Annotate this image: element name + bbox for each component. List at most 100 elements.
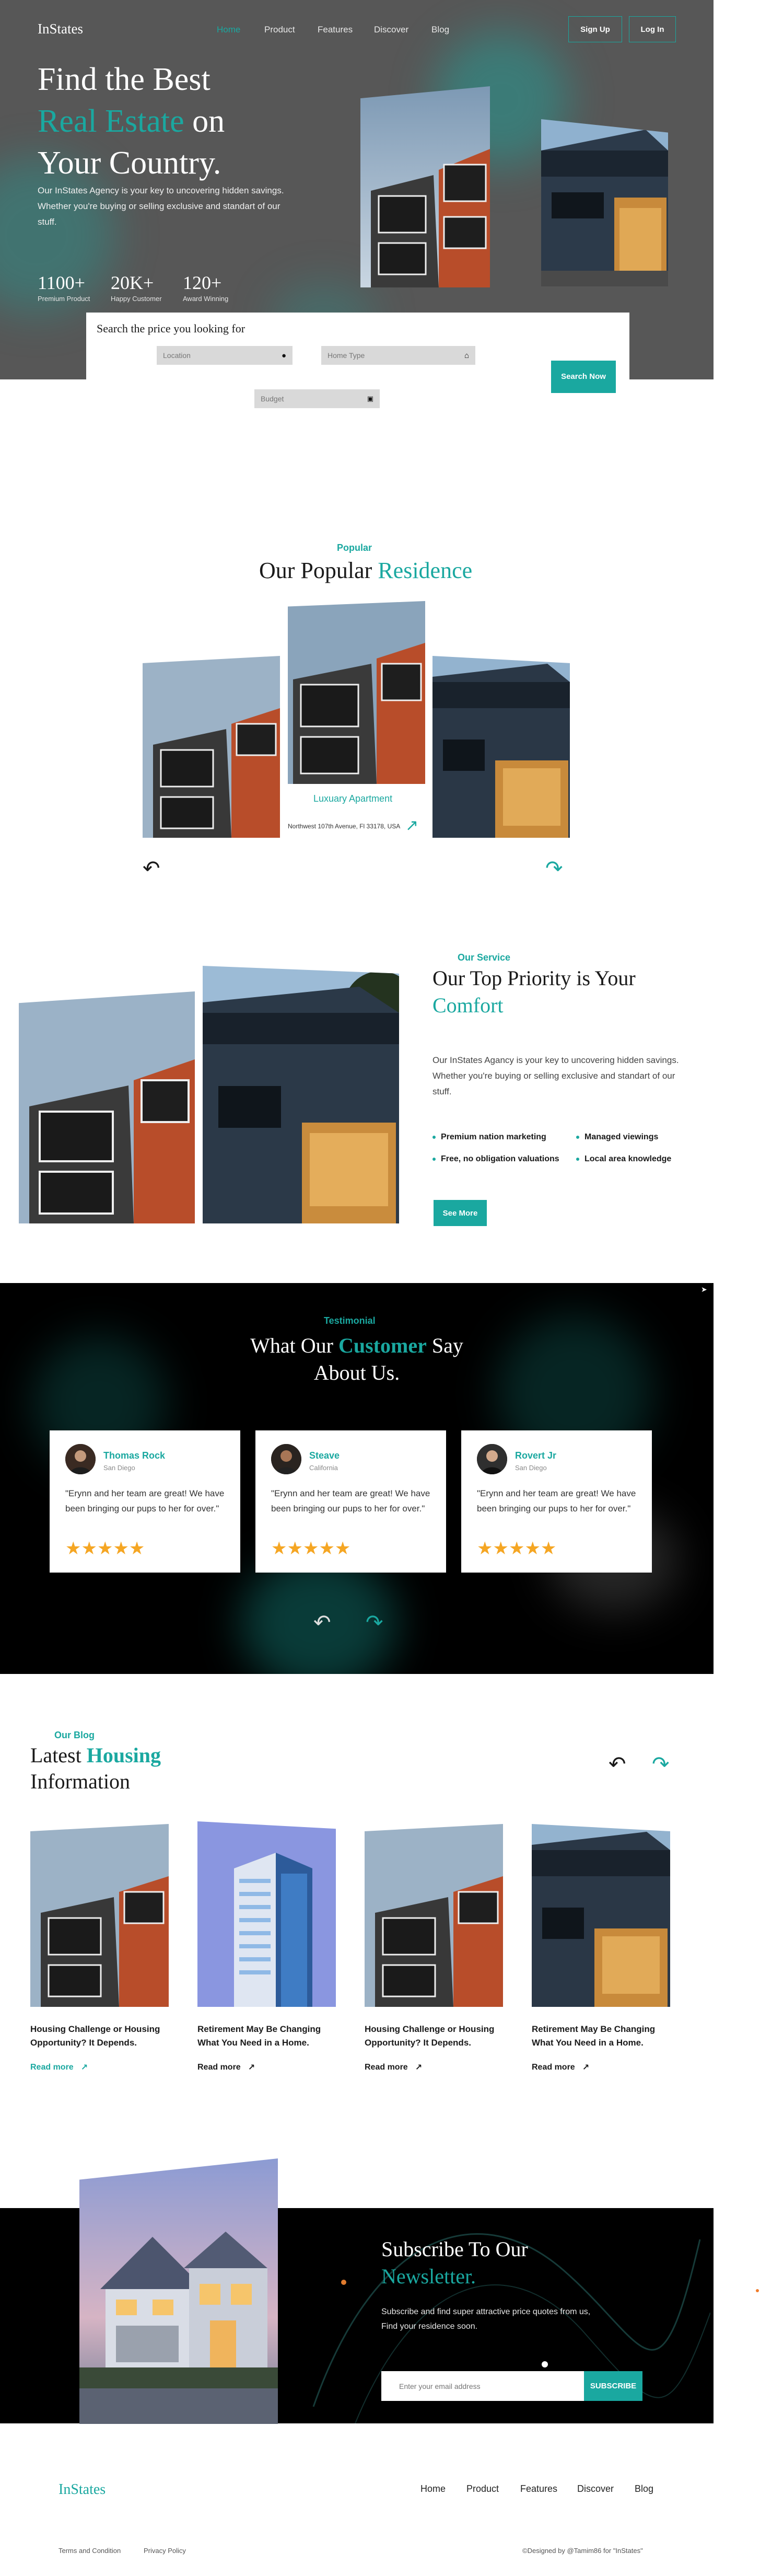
popular-title-text: Our Popular (259, 558, 372, 583)
footer-discover-link[interactable]: Discover (577, 2483, 614, 2494)
footer-logo[interactable]: InStates (59, 2481, 106, 2498)
testimonial-section: Testimonial What Our Customer Say About … (0, 1283, 714, 1674)
hero-title: Find the Best Real Estate on Your Countr… (38, 59, 225, 184)
blog-post-title[interactable]: Retirement May Be Changing What You Need… (532, 2023, 673, 2050)
subscribe-button[interactable]: SUBSCRIBE (584, 2371, 642, 2401)
sign-up-button[interactable]: Sign Up (568, 16, 622, 42)
arrow-up-right-icon: ↗ (248, 2063, 255, 2072)
read-more-link[interactable]: Read more ↗ (532, 2062, 589, 2073)
customer-name: Steave (309, 1450, 340, 1461)
stat-value: 1100+ (38, 272, 85, 293)
log-in-button[interactable]: Log In (629, 16, 676, 42)
testimonial-title-accent: Customer (338, 1334, 427, 1357)
popular-next-arrow-icon[interactable]: ↷ (545, 858, 563, 879)
nav-home-link[interactable]: Home (217, 25, 240, 35)
testimonial-card: Thomas Rock San Diego "Erynn and her tea… (50, 1430, 240, 1573)
read-more-link[interactable]: Read more ↗ (365, 2062, 422, 2073)
blog-title-accent: Housing (86, 1743, 161, 1767)
read-more-label: Read more (365, 2063, 408, 2072)
cursor-icon: ➤ (701, 1285, 707, 1293)
customer-location: San Diego (515, 1464, 547, 1472)
blog-next-arrow-icon[interactable]: ↷ (652, 1754, 670, 1775)
avatar (271, 1444, 301, 1474)
customer-name: Rovert Jr (515, 1450, 557, 1461)
home-type-placeholder: Home Type (328, 351, 365, 360)
blog-post-image[interactable] (365, 1824, 503, 2007)
star-rating: ★★★★★ (65, 1539, 145, 1558)
arrow-up-right-icon[interactable]: ↗ (405, 816, 418, 835)
footer-product-link[interactable]: Product (466, 2483, 499, 2494)
blog-post-title[interactable]: Retirement May Be Changing What You Need… (197, 2023, 338, 2050)
service-feature-label: Managed viewings (584, 1133, 659, 1141)
avatar (65, 1444, 96, 1474)
residence-photo-featured[interactable] (288, 601, 425, 784)
decorative-dot (542, 2361, 548, 2367)
stat-value: 20K+ (111, 272, 154, 293)
blog-post-title[interactable]: Housing Challenge or Housing Opportunity… (365, 2023, 506, 2050)
search-title: Search the price you looking for (97, 322, 245, 335)
bullet-dot (432, 1136, 436, 1139)
see-more-button[interactable]: See More (434, 1200, 487, 1226)
home-type-field[interactable]: Home Type ⌂ (321, 346, 475, 365)
nav-discover-link[interactable]: Discover (374, 25, 408, 35)
service-feature: Premium nation marketing (432, 1133, 546, 1142)
newsletter-title: Subscribe To Our Newsletter. (381, 2236, 528, 2290)
blog-prev-arrow-icon[interactable]: ↶ (609, 1754, 626, 1775)
footer-credit: ©Designed by @Tamim86 for "InStates" (522, 2547, 643, 2555)
stat-label: Happy Customer (111, 295, 162, 303)
blog-title: Latest Housing Information (30, 1742, 161, 1795)
newsletter-title-accent: Newsletter. (381, 2265, 476, 2288)
location-field[interactable]: Location ● (157, 346, 293, 365)
arrow-up-right-icon: ↗ (582, 2063, 590, 2072)
terms-link[interactable]: Terms and Condition (59, 2547, 121, 2555)
footer-blog-link[interactable]: Blog (635, 2483, 653, 2494)
testimonial-eyebrow: Testimonial (324, 1315, 376, 1326)
email-input[interactable] (381, 2371, 584, 2401)
blog-post-image[interactable] (532, 1824, 670, 2007)
bullet-dot (576, 1158, 579, 1161)
budget-field[interactable]: Budget ▣ (254, 389, 380, 408)
read-more-link[interactable]: Read more ↗ (30, 2062, 88, 2073)
budget-placeholder: Budget (261, 395, 284, 403)
home-icon: ⌂ (464, 351, 469, 360)
privacy-link[interactable]: Privacy Policy (144, 2547, 186, 2555)
blog-title-text: Latest (30, 1743, 81, 1767)
avatar (477, 1444, 507, 1474)
blog-post-image[interactable] (197, 1821, 336, 2007)
footer-home-link[interactable]: Home (420, 2483, 446, 2494)
hero-title-accent: Real Estate (38, 103, 184, 139)
residence-photo-right[interactable] (432, 656, 570, 838)
customer-location: California (309, 1464, 338, 1472)
read-more-label: Read more (197, 2063, 241, 2072)
service-feature: Free, no obligation valuations (432, 1154, 559, 1164)
testimonial-title-line2: About Us. (313, 1361, 400, 1384)
arrow-up-right-icon: ↗ (80, 2063, 88, 2072)
blog-post-title[interactable]: Housing Challenge or Housing Opportunity… (30, 2023, 171, 2050)
hero-title-on: on (192, 103, 225, 139)
stat-happy-customer: 20K+ Happy Customer (111, 272, 162, 303)
read-more-link[interactable]: Read more ↗ (197, 2062, 255, 2073)
blog-post-image[interactable] (30, 1824, 169, 2007)
nav-features-link[interactable]: Features (318, 25, 353, 35)
newsletter-house-photo (79, 2158, 278, 2424)
nav-blog-link[interactable]: Blog (431, 25, 449, 35)
footer-features-link[interactable]: Features (520, 2483, 557, 2494)
service-title: Our Top Priority is Your Comfort (432, 965, 678, 1019)
testimonial-card: Steave California "Erynn and her team ar… (255, 1430, 446, 1573)
service-eyebrow: Our Service (458, 952, 511, 963)
residence-photo-left[interactable] (143, 656, 280, 838)
testimonial-prev-arrow-icon[interactable]: ↶ (313, 1612, 331, 1633)
testimonial-next-arrow-icon[interactable]: ↷ (366, 1612, 383, 1633)
stat-award-winning: 120+ Award Winning (183, 272, 228, 303)
testimonial-card: Rovert Jr San Diego "Erynn and her team … (461, 1430, 652, 1573)
decorative-dot (756, 2289, 759, 2292)
testimonial-title-text: What Our (250, 1334, 333, 1357)
popular-prev-arrow-icon[interactable]: ↶ (143, 858, 160, 879)
search-now-button[interactable]: Search Now (551, 361, 616, 393)
hero-house-photo (541, 119, 668, 286)
stat-label: Award Winning (183, 295, 229, 303)
site-logo[interactable]: InStates (38, 21, 83, 37)
bullet-dot (576, 1136, 579, 1139)
wallet-icon: ▣ (367, 395, 373, 402)
nav-product-link[interactable]: Product (264, 25, 295, 35)
